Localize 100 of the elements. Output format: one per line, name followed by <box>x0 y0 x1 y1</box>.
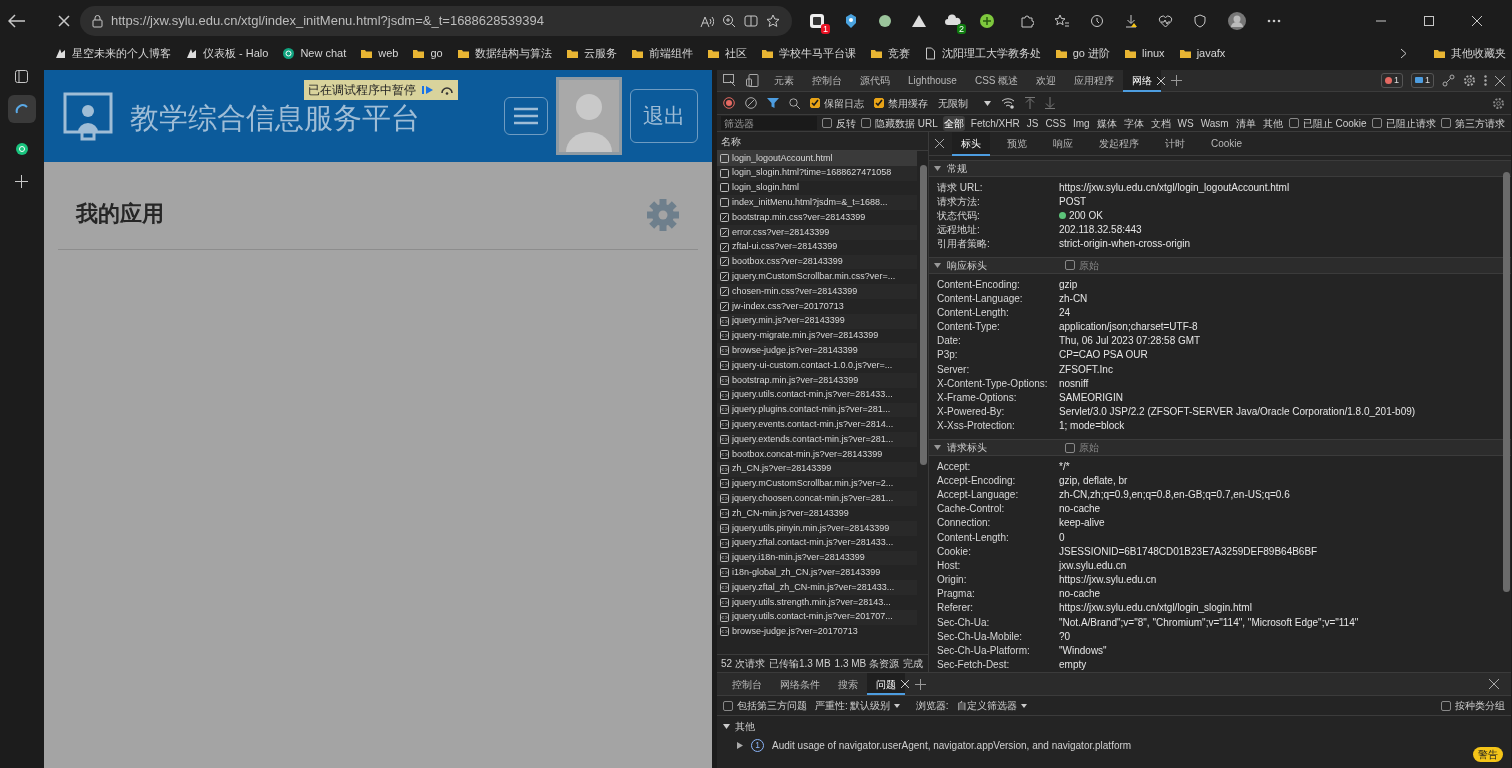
request-row[interactable]: jquery.utils.contact-min.js?ver=201707... <box>717 609 917 625</box>
scrollbar[interactable] <box>920 165 927 465</box>
request-row[interactable]: jquery.utils.contact-min.js?ver=281433... <box>717 387 917 403</box>
checkbox[interactable] <box>810 98 820 108</box>
checkbox[interactable] <box>861 118 871 128</box>
bookmark[interactable]: 星空未来的个人博客 <box>54 44 171 62</box>
devtools-tab[interactable]: CSS 概述 <box>965 69 1028 92</box>
star-icon[interactable] <box>766 14 780 28</box>
search-icon[interactable] <box>789 97 800 109</box>
devtools-tab[interactable]: Lighthouse <box>899 69 966 92</box>
message-count[interactable]: 1 <box>1411 72 1434 89</box>
more-icon[interactable] <box>1267 19 1281 23</box>
request-row[interactable]: bootstrap.min.css?ver=28143399 <box>717 210 917 225</box>
drawer-tab[interactable]: 问题 <box>867 673 905 695</box>
request-row[interactable]: bootbox.css?ver=28143399 <box>717 254 917 270</box>
close-icon[interactable] <box>935 139 944 148</box>
record-icon[interactable] <box>723 97 735 109</box>
type-filter[interactable]: 媒体 <box>1095 115 1118 131</box>
scrollbar[interactable] <box>1503 172 1510 592</box>
request-row[interactable]: index_initMenu.html?jsdm=&_t=1688... <box>717 195 917 211</box>
request-row[interactable]: jquery.zftal.contact-min.js?ver=281433... <box>717 535 917 551</box>
request-row[interactable]: login_slogin.html <box>717 180 917 196</box>
zoom-icon[interactable] <box>722 14 736 28</box>
filter-icon[interactable] <box>767 97 779 109</box>
request-row[interactable]: browse-judge.js?ver=28143399 <box>717 343 917 359</box>
favorites-icon[interactable] <box>1054 14 1070 28</box>
checkbox[interactable] <box>1371 118 1382 128</box>
add-icon[interactable] <box>915 678 926 690</box>
extension-icon[interactable] <box>807 11 827 31</box>
error-count[interactable]: 1 <box>1380 72 1403 89</box>
type-filter[interactable]: Wasm <box>1199 115 1230 131</box>
checkbox[interactable] <box>1065 442 1075 453</box>
type-filter[interactable]: JS <box>1025 115 1040 131</box>
inspect-icon[interactable] <box>723 74 736 87</box>
filter-field[interactable]: 筛选器 <box>721 116 817 130</box>
checkbox[interactable] <box>1065 260 1075 271</box>
request-row[interactable]: jquery.mCustomScrollbar.min.js?ver=2... <box>717 476 917 492</box>
request-row[interactable]: jquery.utils.strength.min.js?ver=28143... <box>717 594 917 610</box>
sidebar-tab[interactable] <box>7 95 36 123</box>
puzzle-icon[interactable] <box>1020 14 1034 28</box>
browser-filter-dropdown[interactable]: 自定义筛选器 <box>956 698 1027 713</box>
section-header[interactable]: 请求标头 原始 <box>929 439 1511 456</box>
bookmark[interactable]: 沈阳理工大学教务处 <box>923 44 1041 62</box>
shield-icon[interactable] <box>1193 14 1207 28</box>
close-icon[interactable] <box>1472 16 1482 26</box>
checkbox[interactable] <box>822 118 832 128</box>
clear-icon[interactable] <box>745 97 757 109</box>
drawer-tab[interactable]: 搜索 <box>829 673 867 695</box>
close-icon[interactable] <box>58 15 70 27</box>
devtools-tab[interactable]: 源代码 <box>851 69 899 92</box>
bookmark[interactable]: javafx <box>1178 44 1226 62</box>
back-arrow-icon[interactable] <box>8 14 26 28</box>
severity-dropdown[interactable]: 默认级别 <box>849 698 900 713</box>
bookmark[interactable]: 前端组件 <box>630 44 693 62</box>
request-row[interactable]: chosen-min.css?ver=28143399 <box>717 284 917 299</box>
request-row[interactable]: error.css?ver=28143399 <box>717 225 917 240</box>
close-icon[interactable] <box>901 680 909 688</box>
bookmark[interactable]: linux <box>1124 44 1165 62</box>
type-filter[interactable]: 文档 <box>1149 115 1172 131</box>
bookmark[interactable]: 竞赛 <box>869 44 910 62</box>
read-aloud-icon[interactable] <box>700 14 714 28</box>
request-row[interactable]: jquery.zftal_zh_CN-min.js?ver=281433... <box>717 580 917 595</box>
request-row[interactable]: login_logoutAccount.html <box>717 151 917 166</box>
request-row[interactable]: jquery.mCustomScrollbar.min.css?ver=... <box>717 269 917 285</box>
request-row[interactable]: jquery.utils.pinyin.min.js?ver=28143399 <box>717 520 917 536</box>
type-filter[interactable]: 全部 <box>942 115 965 131</box>
throttling-dropdown[interactable]: 无限制 <box>938 95 991 111</box>
request-row[interactable]: browse-judge.js?ver=20170713 <box>717 624 917 640</box>
type-filter[interactable]: Img <box>1071 115 1091 131</box>
logout-button[interactable]: 退出 <box>630 89 698 143</box>
bookmark[interactable]: go <box>412 44 443 62</box>
section-header[interactable]: 常规 <box>929 160 1511 177</box>
request-row[interactable]: zh_CN.js?ver=28143399 <box>717 461 917 477</box>
checkbox[interactable] <box>874 98 884 108</box>
maximize-icon[interactable] <box>1424 16 1434 26</box>
checkbox[interactable] <box>723 700 733 711</box>
devtools-tab[interactable]: 网络 <box>1123 69 1162 92</box>
resume-icon[interactable] <box>422 85 434 95</box>
type-filter[interactable]: Fetch/XHR <box>969 115 1021 131</box>
request-row[interactable]: jquery.events.contact-min.js?ver=2814... <box>717 417 917 433</box>
profile-icon[interactable] <box>1227 11 1247 31</box>
split-screen-icon[interactable] <box>744 15 758 27</box>
more-icon[interactable] <box>1484 75 1487 86</box>
detail-tab[interactable]: 标头 <box>952 131 990 156</box>
close-icon[interactable] <box>1495 75 1505 86</box>
request-row[interactable]: jquery.plugins.contact-min.js?ver=281... <box>717 402 917 418</box>
upload-icon[interactable] <box>1025 97 1035 109</box>
request-row[interactable]: zftal-ui.css?ver=28143399 <box>717 239 917 255</box>
checkbox[interactable] <box>1440 118 1451 128</box>
bookmark[interactable]: 云服务 <box>565 44 617 62</box>
request-row[interactable]: i18n-global_zh_CN.js?ver=28143399 <box>717 565 917 581</box>
bookmark[interactable]: go 进阶 <box>1054 44 1110 62</box>
request-row[interactable]: jquery.choosen.concat-min.js?ver=281... <box>717 491 917 507</box>
device-icon[interactable] <box>746 74 759 87</box>
checkbox[interactable] <box>1441 700 1451 711</box>
detail-tab[interactable]: Cookie <box>1202 131 1252 156</box>
request-row[interactable]: jquery-ui-custom.contact-1.0.0.js?ver=... <box>717 358 917 373</box>
close-icon[interactable] <box>1489 679 1499 689</box>
bookmark[interactable]: 社区 <box>706 44 747 62</box>
devtools-tab[interactable]: 元素 <box>765 69 803 92</box>
